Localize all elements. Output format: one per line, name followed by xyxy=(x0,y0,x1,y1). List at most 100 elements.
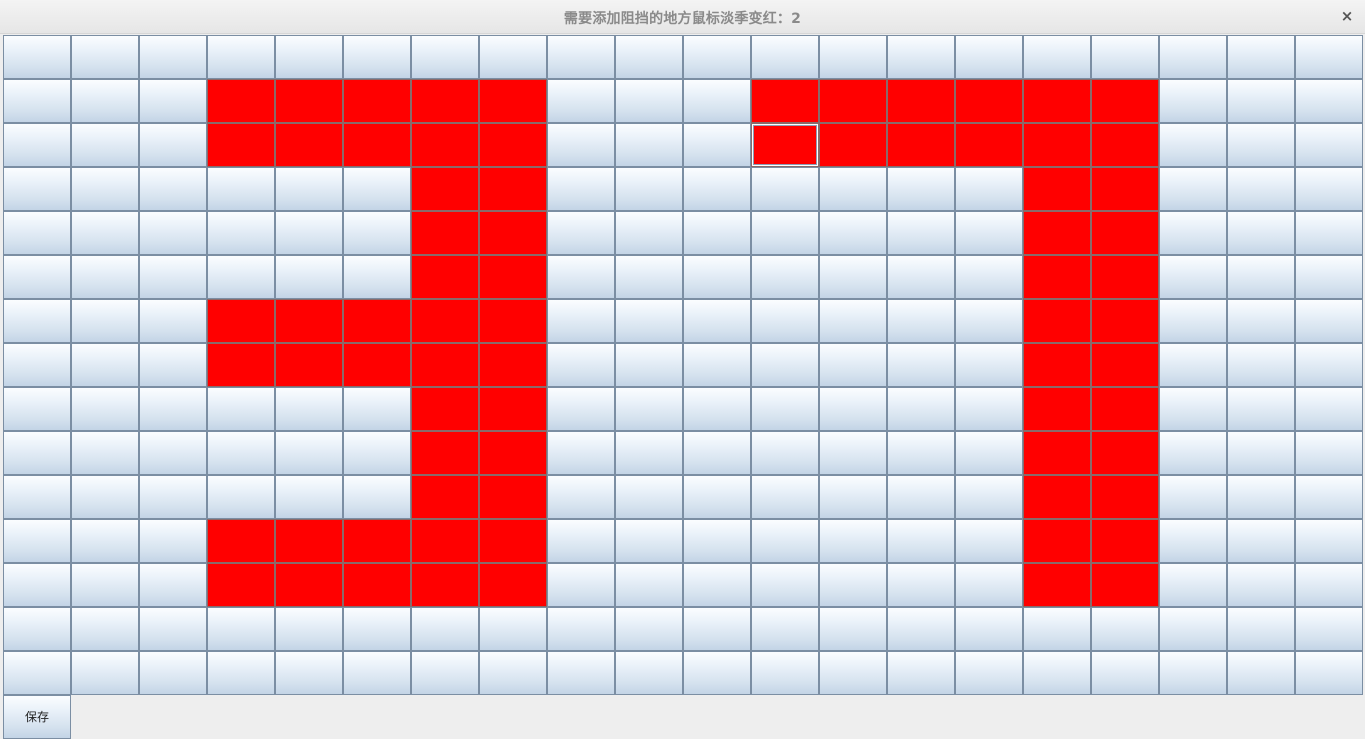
grid-cell[interactable] xyxy=(343,607,411,651)
grid-cell[interactable] xyxy=(343,79,411,123)
grid-cell[interactable] xyxy=(411,431,479,475)
grid-cell[interactable] xyxy=(1159,475,1227,519)
grid-cell[interactable] xyxy=(819,211,887,255)
grid-cell[interactable] xyxy=(615,167,683,211)
grid-cell[interactable] xyxy=(275,255,343,299)
grid-cell[interactable] xyxy=(683,519,751,563)
grid-cell[interactable] xyxy=(3,299,71,343)
grid-cell[interactable] xyxy=(955,519,1023,563)
grid-cell[interactable] xyxy=(1023,387,1091,431)
grid-cell[interactable] xyxy=(1091,431,1159,475)
grid-cell[interactable] xyxy=(955,79,1023,123)
save-button[interactable]: 保存 xyxy=(3,695,71,739)
grid-cell[interactable] xyxy=(479,35,547,79)
grid-cell[interactable] xyxy=(1091,123,1159,167)
grid-cell[interactable] xyxy=(547,519,615,563)
grid-cell[interactable] xyxy=(1159,211,1227,255)
grid-cell[interactable] xyxy=(343,563,411,607)
grid-cell[interactable] xyxy=(1227,563,1295,607)
grid-cell[interactable] xyxy=(411,519,479,563)
grid-cell[interactable] xyxy=(615,79,683,123)
grid-cell[interactable] xyxy=(615,475,683,519)
grid-cell[interactable] xyxy=(955,255,1023,299)
grid-cell[interactable] xyxy=(683,651,751,695)
grid-cell[interactable] xyxy=(955,299,1023,343)
grid-cell[interactable] xyxy=(275,651,343,695)
grid-cell[interactable] xyxy=(751,475,819,519)
grid-cell[interactable] xyxy=(1023,475,1091,519)
grid-cell[interactable] xyxy=(343,343,411,387)
grid-cell[interactable] xyxy=(411,123,479,167)
grid-cell[interactable] xyxy=(275,519,343,563)
grid-cell[interactable] xyxy=(479,123,547,167)
grid-cell[interactable] xyxy=(819,607,887,651)
grid-cell[interactable] xyxy=(343,299,411,343)
grid-cell[interactable] xyxy=(1091,255,1159,299)
grid-cell[interactable] xyxy=(479,651,547,695)
grid-cell[interactable] xyxy=(751,387,819,431)
grid-cell[interactable] xyxy=(1159,651,1227,695)
grid-cell[interactable] xyxy=(887,519,955,563)
grid-cell[interactable] xyxy=(547,387,615,431)
grid-cell[interactable] xyxy=(887,607,955,651)
grid-cell[interactable] xyxy=(479,167,547,211)
grid-cell[interactable] xyxy=(479,79,547,123)
grid-cell[interactable] xyxy=(207,519,275,563)
grid-cell[interactable] xyxy=(547,607,615,651)
grid-cell[interactable] xyxy=(3,651,71,695)
grid-cell[interactable] xyxy=(1091,651,1159,695)
grid-cell[interactable] xyxy=(1091,211,1159,255)
grid-cell[interactable] xyxy=(139,211,207,255)
grid-cell[interactable] xyxy=(1295,79,1363,123)
grid-cell[interactable] xyxy=(207,255,275,299)
grid-cell[interactable] xyxy=(275,387,343,431)
grid-cell[interactable] xyxy=(955,651,1023,695)
grid-cell[interactable] xyxy=(343,255,411,299)
grid-cell[interactable] xyxy=(1295,651,1363,695)
grid-cell[interactable] xyxy=(71,475,139,519)
grid-cell[interactable] xyxy=(71,211,139,255)
grid-cell[interactable] xyxy=(887,255,955,299)
grid-cell[interactable] xyxy=(683,343,751,387)
grid-cell[interactable] xyxy=(887,651,955,695)
grid-cell[interactable] xyxy=(1023,299,1091,343)
grid-cell[interactable] xyxy=(71,79,139,123)
grid-cell[interactable] xyxy=(207,35,275,79)
grid-cell[interactable] xyxy=(3,255,71,299)
grid-cell[interactable] xyxy=(1023,255,1091,299)
grid-cell[interactable] xyxy=(955,211,1023,255)
grid-cell[interactable] xyxy=(1227,607,1295,651)
grid-cell[interactable] xyxy=(275,343,343,387)
grid-cell[interactable] xyxy=(1295,519,1363,563)
grid-cell[interactable] xyxy=(71,519,139,563)
grid-cell[interactable] xyxy=(819,123,887,167)
grid-cell[interactable] xyxy=(1023,607,1091,651)
grid-cell[interactable] xyxy=(683,167,751,211)
grid-cell[interactable] xyxy=(275,563,343,607)
grid-cell[interactable] xyxy=(207,387,275,431)
grid-cell[interactable] xyxy=(343,431,411,475)
grid-cell[interactable] xyxy=(139,519,207,563)
grid-cell[interactable] xyxy=(71,167,139,211)
grid-cell[interactable] xyxy=(887,35,955,79)
grid-cell[interactable] xyxy=(751,35,819,79)
grid-cell[interactable] xyxy=(1159,167,1227,211)
grid-cell[interactable] xyxy=(139,607,207,651)
grid-cell[interactable] xyxy=(887,167,955,211)
grid-cell[interactable] xyxy=(887,343,955,387)
grid-cell[interactable] xyxy=(547,563,615,607)
grid-cell[interactable] xyxy=(1227,211,1295,255)
grid-cell[interactable] xyxy=(71,299,139,343)
grid-cell[interactable] xyxy=(1023,651,1091,695)
grid-cell[interactable] xyxy=(1023,79,1091,123)
grid-cell[interactable] xyxy=(1091,79,1159,123)
grid-cell[interactable] xyxy=(3,519,71,563)
grid-cell[interactable] xyxy=(547,123,615,167)
grid-cell[interactable] xyxy=(275,123,343,167)
grid-cell[interactable] xyxy=(1295,607,1363,651)
grid-cell[interactable] xyxy=(3,79,71,123)
grid-cell[interactable] xyxy=(547,299,615,343)
grid-cell[interactable] xyxy=(411,211,479,255)
grid-cell[interactable] xyxy=(683,79,751,123)
grid-cell[interactable] xyxy=(1023,431,1091,475)
